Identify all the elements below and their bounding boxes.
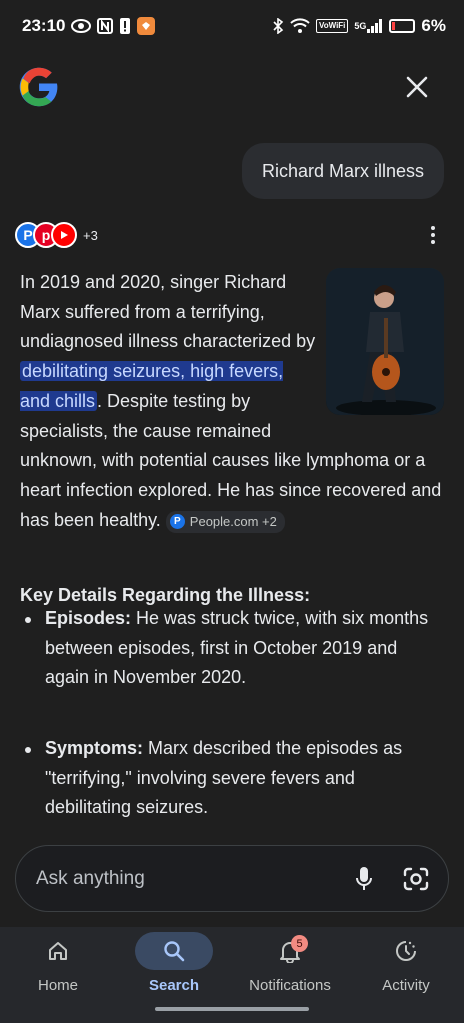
nav-home-label: Home bbox=[37, 977, 78, 994]
notification-badge: 5 bbox=[291, 935, 308, 952]
citation-label: People.com +2 bbox=[189, 513, 277, 529]
youtube-source-icon bbox=[51, 222, 77, 248]
app-notification-icon bbox=[137, 17, 156, 35]
more-vert-icon bbox=[431, 226, 435, 230]
bullet-icon bbox=[25, 747, 31, 753]
citation-chip[interactable]: P People.com +2 bbox=[165, 510, 285, 533]
nfc-icon bbox=[97, 18, 114, 34]
home-icon bbox=[49, 942, 67, 960]
activity-icon bbox=[396, 941, 416, 961]
sources-row[interactable]: P p +3 bbox=[15, 220, 98, 250]
nav-search-label: Search bbox=[148, 977, 200, 994]
voice-search-button[interactable] bbox=[344, 859, 384, 899]
sources-count: +3 bbox=[83, 227, 98, 243]
close-button[interactable] bbox=[400, 70, 434, 104]
more-options-button[interactable] bbox=[424, 224, 442, 246]
bullet-label: Symptoms: bbox=[45, 738, 144, 758]
google-g-logo bbox=[18, 66, 60, 108]
query-bubble[interactable]: Richard Marx illness bbox=[241, 143, 444, 199]
signal-label: 5G bbox=[354, 21, 367, 31]
wifi-icon bbox=[290, 18, 310, 34]
key-details-heading: Key Details Regarding the Illness: bbox=[20, 585, 311, 605]
status-time: 23:10 bbox=[22, 16, 66, 35]
ask-input[interactable] bbox=[36, 867, 344, 890]
query-text: Richard Marx illness bbox=[261, 160, 424, 181]
list-item: Symptoms: Marx described the episodes as… bbox=[20, 734, 444, 823]
cell-signal-icon: 5G bbox=[354, 18, 383, 34]
ask-bar bbox=[15, 845, 449, 912]
lens-button[interactable] bbox=[396, 859, 436, 899]
answer-text-part1: In 2019 and 2020, singer Richard Marx su… bbox=[20, 272, 316, 352]
status-bar: 23:10 VoWiFi 5G 6% bbox=[0, 0, 464, 52]
nav-notifications-label: Notifications bbox=[249, 977, 331, 994]
eye-icon bbox=[71, 18, 92, 34]
nav-home[interactable]: Home bbox=[0, 927, 116, 1023]
top-bar bbox=[0, 52, 464, 122]
battery-icon bbox=[389, 19, 416, 33]
people-citation-icon: P bbox=[169, 514, 185, 530]
bullet-icon bbox=[25, 617, 31, 623]
richard-marx-image[interactable] bbox=[326, 268, 444, 415]
microphone-icon bbox=[356, 866, 372, 890]
alert-icon bbox=[119, 18, 131, 34]
battery-percent: 6% bbox=[421, 16, 446, 35]
bluetooth-icon bbox=[272, 18, 284, 34]
nav-activity-label: Activity bbox=[382, 977, 430, 994]
lens-camera-icon bbox=[403, 867, 429, 890]
ai-answer: In 2019 and 2020, singer Richard Marx su… bbox=[20, 268, 444, 535]
nav-activity[interactable]: Activity bbox=[348, 927, 464, 1023]
search-icon bbox=[164, 941, 185, 962]
close-icon bbox=[406, 76, 428, 98]
vowifi-label: VoWiFi bbox=[315, 19, 349, 33]
gesture-bar bbox=[155, 1007, 309, 1011]
list-item: Episodes: He was struck twice, with six … bbox=[20, 604, 444, 693]
bullet-label: Episodes: bbox=[45, 608, 132, 628]
